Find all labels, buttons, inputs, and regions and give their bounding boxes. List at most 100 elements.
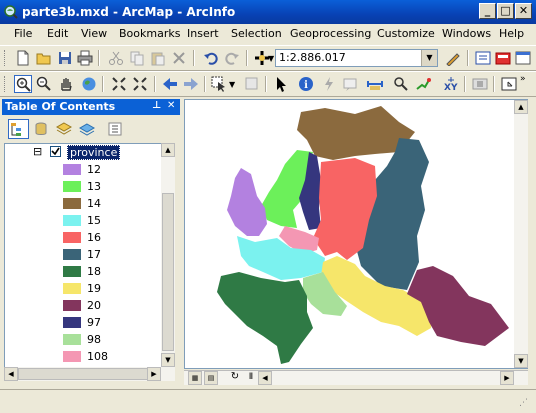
open-button[interactable] [35, 49, 53, 67]
h-scroll-thumb[interactable] [18, 368, 148, 380]
editor-toolbar-button[interactable] [444, 49, 462, 67]
find-route-button[interactable] [392, 75, 410, 93]
go-to-xy-button[interactable]: XY [442, 75, 460, 93]
data-view-button[interactable]: ▦ [188, 371, 202, 385]
menu-file[interactable]: File [14, 27, 32, 40]
maximize-button[interactable]: □ [497, 3, 514, 19]
fixed-zoom-out-button[interactable] [131, 75, 149, 93]
measure-button[interactable] [366, 75, 384, 93]
print-button[interactable] [76, 49, 94, 67]
map-scale-combobox[interactable]: 1:2.886.017 ▼ [275, 49, 438, 67]
scroll-right-icon[interactable]: ▶ [147, 367, 161, 381]
menu-customize[interactable]: Customize [377, 27, 435, 40]
legend-swatch [63, 283, 81, 294]
table-of-contents-button[interactable] [474, 49, 492, 67]
copy-button[interactable] [128, 49, 146, 67]
collapse-icon[interactable]: ⊟ [33, 146, 42, 157]
viewer-icon [501, 77, 517, 91]
province-polygon-12[interactable] [227, 168, 267, 236]
pin-icon[interactable]: ⊥ [152, 100, 161, 111]
add-data-dropdown-icon[interactable]: ▼ [268, 54, 274, 63]
list-by-visibility-button[interactable] [55, 120, 73, 138]
catalog-window-button[interactable] [494, 49, 512, 67]
toc-options-button[interactable] [106, 120, 124, 138]
layer-visibility-checkbox[interactable] [50, 146, 61, 157]
zoom-in-button[interactable] [14, 75, 32, 93]
clear-selection-button[interactable] [243, 75, 261, 93]
menu-help[interactable]: Help [499, 27, 524, 40]
forward-extent-button[interactable] [182, 75, 200, 93]
toc-title-bar: Table Of Contents ⊥ ✕ [2, 99, 180, 115]
toc-horizontal-scrollbar[interactable]: ◀ ▶ [4, 367, 175, 381]
save-button[interactable] [56, 49, 74, 67]
save-icon [59, 52, 71, 64]
map-vertical-scrollbar[interactable]: ▲ ▼ [514, 100, 528, 368]
menu-bookmarks[interactable]: Bookmarks [119, 27, 180, 40]
pan-button[interactable] [57, 75, 75, 93]
chevron-down-icon[interactable]: ▼ [421, 50, 437, 66]
menu-selection[interactable]: Selection [231, 27, 282, 40]
search-window-button[interactable] [514, 49, 532, 67]
identify-button[interactable]: i [297, 75, 315, 93]
toc-close-icon[interactable]: ✕ [167, 100, 175, 111]
close-button[interactable]: ✕ [515, 3, 532, 19]
legend-swatch [63, 198, 81, 209]
new-document-button[interactable] [14, 49, 32, 67]
scroll-up-icon[interactable]: ▲ [161, 143, 175, 157]
toc-vertical-scrollbar[interactable]: ▲ ▼ [161, 143, 175, 367]
undo-button[interactable] [202, 49, 220, 67]
map-scroll-up-icon[interactable]: ▲ [514, 100, 528, 114]
toc-toolbar [2, 116, 180, 142]
xy-icon: XY [444, 77, 458, 92]
map-scale-value: 1:2.886.017 [279, 51, 346, 64]
map-canvas[interactable] [185, 100, 527, 368]
scroll-left-icon[interactable]: ◀ [4, 367, 18, 381]
toolbar-overflow-icon[interactable]: » [520, 74, 526, 84]
scroll-thumb[interactable] [162, 193, 174, 351]
fixed-zoom-in-button[interactable] [110, 75, 128, 93]
paste-button[interactable] [149, 49, 167, 67]
measure-icon [367, 81, 383, 90]
paste-icon [151, 52, 165, 66]
list-by-drawing-order-button[interactable] [8, 119, 29, 139]
pause-drawing-icon[interactable]: Ⅱ [244, 371, 258, 385]
time-slider-button[interactable] [471, 75, 489, 93]
layout-view-button[interactable]: ▤ [204, 371, 218, 385]
delete-button[interactable] [170, 49, 188, 67]
full-extent-button[interactable] [80, 75, 98, 93]
menu-edit[interactable]: Edit [47, 27, 68, 40]
menu-windows[interactable]: Windows [442, 27, 491, 40]
resize-grip-icon[interactable]: ⋰ [519, 398, 528, 408]
province-polygon-18[interactable] [217, 272, 313, 364]
layers-icon [56, 122, 72, 135]
select-elements-button[interactable] [272, 75, 290, 93]
selection-layers-icon [79, 123, 95, 136]
map-scroll-left-icon[interactable]: ◀ [258, 371, 272, 385]
menu-insert[interactable]: Insert [187, 27, 219, 40]
legend-swatch [63, 164, 81, 175]
scroll-down-icon[interactable]: ▼ [161, 353, 175, 367]
menu-geoprocessing[interactable]: Geoprocessing [290, 27, 371, 40]
menu-view[interactable]: View [81, 27, 107, 40]
create-viewer-button[interactable] [500, 75, 518, 93]
open-folder-icon [36, 53, 51, 65]
map-view[interactable] [184, 99, 528, 369]
minimize-button[interactable]: _ [479, 3, 496, 19]
back-extent-button[interactable] [161, 75, 179, 93]
zoom-out-button[interactable] [35, 75, 53, 93]
list-by-source-button[interactable] [32, 120, 50, 138]
layer-name-province[interactable]: province [67, 145, 121, 160]
redo-button[interactable] [223, 49, 241, 67]
map-scroll-down-icon[interactable]: ▼ [514, 354, 528, 368]
select-features-button[interactable] [210, 75, 228, 93]
hyperlink-button[interactable] [320, 75, 338, 93]
refresh-icon[interactable]: ↻ [228, 371, 242, 385]
list-by-selection-button[interactable] [78, 120, 96, 138]
status-bar: ⋰ [0, 389, 536, 413]
select-elements-icon [277, 77, 286, 92]
select-dropdown-icon[interactable]: ▼ [229, 80, 235, 89]
find-button[interactable] [414, 75, 432, 93]
map-scroll-right-icon[interactable]: ▶ [500, 371, 514, 385]
html-popup-button[interactable] [342, 75, 360, 93]
cut-button[interactable] [107, 49, 125, 67]
